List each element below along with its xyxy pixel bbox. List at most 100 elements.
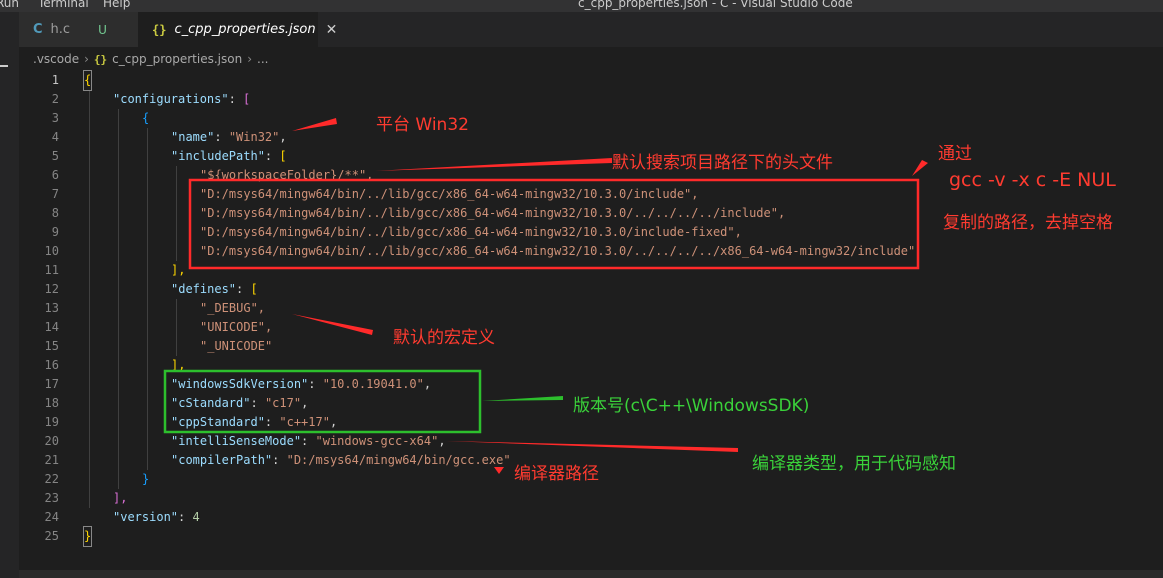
json-file-icon: {} (93, 52, 108, 66)
tab-label: c_cpp_properties.json (174, 22, 316, 37)
code-text: "${workspaceFolder}/**", (200, 168, 374, 182)
code-text: "intelliSenseMode": "windows-gcc-x64", (171, 434, 446, 448)
line-number: 3 (51, 111, 59, 125)
window-title: c_cpp_properties.json - C - Visual Studi… (578, 0, 853, 10)
code-line[interactable]: 11], (19, 261, 1163, 280)
code-text: "D:/msys64/mingw64/bin/../lib/gcc/x86_64… (200, 206, 786, 220)
note-via-line2: gcc -v -x c -E NUL (949, 169, 1116, 191)
code-text: "cStandard": "c17", (171, 396, 309, 410)
line-number: 1 (51, 73, 59, 87)
note-compiler-path: 编译器路径 (514, 464, 599, 484)
menu-run[interactable]: Run (0, 0, 19, 10)
code-line[interactable]: 23], (19, 489, 1163, 508)
line-number: 5 (51, 149, 59, 163)
code-text: "UNICODE", (200, 320, 273, 334)
line-number: 2 (51, 92, 59, 106)
line-number: 22 (44, 472, 59, 486)
breadcrumb-file[interactable]: c_cpp_properties.json (112, 52, 242, 66)
chevron-right-icon: › (84, 52, 89, 66)
editor-tab-bar: C h.c U {} c_cpp_properties.json ✕ (0, 12, 1163, 47)
line-number: 25 (44, 529, 59, 543)
code-line[interactable]: 12 "defines": [ (19, 280, 1163, 299)
code-editor[interactable]: 1{ 2 "configurations": [ 3{ 4 "name": "Win… (19, 70, 1163, 578)
code-line[interactable]: 10 "D:/msys64/mingw64/bin/../lib/gcc/x86_… (19, 242, 1163, 261)
line-number: 16 (44, 358, 59, 372)
menu-terminal[interactable]: Terminal (38, 0, 89, 10)
line-number: 19 (44, 415, 59, 429)
code-text: "configurations": [ (113, 92, 251, 106)
code-line[interactable]: 5 "includePath": [ (19, 147, 1163, 166)
line-number: 21 (44, 453, 59, 467)
line-number: 4 (51, 130, 59, 144)
code-line[interactable]: 3{ (19, 109, 1163, 128)
code-text: } (142, 472, 150, 486)
tab-h-c[interactable]: C h.c U (19, 12, 138, 47)
code-text: "includePath": [ (171, 149, 287, 163)
close-icon[interactable]: ✕ (326, 22, 338, 38)
line-number: 11 (44, 263, 59, 277)
note-version: 版本号(c\C++\WindowsSDK) (573, 396, 810, 416)
line-number: 14 (44, 320, 59, 334)
code-text: "compilerPath": "D:/msys64/mingw64/bin/g… (171, 453, 511, 467)
line-number: 15 (44, 339, 59, 353)
line-number: 6 (51, 168, 59, 182)
line-number: 9 (51, 225, 59, 239)
tab-c-cpp-properties[interactable]: {} c_cpp_properties.json ✕ (138, 12, 337, 47)
line-number: 12 (44, 282, 59, 296)
line-number: 18 (44, 396, 59, 410)
note-default-include: 默认搜索项目路径下的头文件 (612, 153, 833, 173)
code-text: ], (171, 358, 186, 372)
breadcrumb-more[interactable]: ... (257, 52, 268, 66)
code-text: "D:/msys64/mingw64/bin/../lib/gcc/x86_64… (200, 225, 742, 239)
code-text: "defines": [ (171, 282, 258, 296)
line-number: 10 (44, 244, 59, 258)
breadcrumb: .vscode › {} c_cpp_properties.json › ... (0, 47, 1163, 71)
code-text: "windowsSdkVersion": "10.0.19041.0", (171, 377, 432, 391)
chevron-right-icon: › (247, 52, 252, 66)
code-text: "cppStandard": "c++17", (171, 415, 338, 429)
code-text: { (82, 70, 93, 91)
code-line[interactable]: 24 "version": 4 (19, 508, 1163, 527)
line-number: 8 (51, 206, 59, 220)
json-file-icon: {} (152, 22, 167, 37)
note-via-line1: 通过 (938, 144, 972, 164)
note-intellisense: 编译器类型，用于代码感知 (752, 454, 956, 474)
line-number: 17 (44, 377, 59, 391)
code-line[interactable]: 25} (19, 526, 1163, 547)
line-number: 24 (44, 510, 59, 524)
c-file-icon: C (33, 22, 43, 37)
sidebar-edge (0, 47, 19, 578)
untracked-badge: U (98, 22, 107, 37)
title-bar: Run Terminal Help c_cpp_properties.json … (0, 0, 1163, 12)
line-number: 7 (51, 187, 59, 201)
horizontal-scrollbar[interactable] (19, 570, 1163, 578)
code-line[interactable]: 2 "configurations": [ (19, 90, 1163, 109)
sidebar-indicator (0, 65, 8, 67)
note-via-line3: 复制的路径，去掉空格 (943, 213, 1113, 233)
note-platform: 平台 Win32 (376, 115, 469, 135)
code-line[interactable]: 4 "name": "Win32", (19, 128, 1163, 147)
line-number: 23 (44, 491, 59, 505)
line-number: 13 (44, 301, 59, 315)
code-text: "version": 4 (113, 510, 200, 524)
menu-help[interactable]: Help (103, 0, 130, 10)
code-line[interactable]: 15 "_UNICODE" (19, 337, 1163, 356)
code-text: "D:/msys64/mingw64/bin/../lib/gcc/x86_64… (200, 244, 916, 258)
code-text: "_DEBUG", (200, 301, 266, 315)
code-text: "name": "Win32", (171, 130, 287, 144)
code-line[interactable]: 1{ (19, 70, 1163, 91)
code-line[interactable]: 20 "intelliSenseMode": "windows-gcc-x64", (19, 432, 1163, 451)
code-line[interactable]: 13 "_DEBUG", (19, 299, 1163, 318)
code-text: } (82, 526, 93, 547)
code-text: { (142, 111, 150, 125)
tab-label: h.c (50, 22, 71, 37)
code-text: "_UNICODE" (200, 339, 273, 353)
note-default-macros: 默认的宏定义 (393, 328, 495, 348)
breadcrumb-folder[interactable]: .vscode (33, 52, 79, 66)
code-line[interactable]: 14 "UNICODE", (19, 318, 1163, 337)
code-text: "D:/msys64/mingw64/bin/../lib/gcc/x86_64… (200, 187, 699, 201)
code-line[interactable]: 16], (19, 356, 1163, 375)
code-text: ], (171, 263, 186, 277)
code-text: ], (113, 491, 128, 505)
line-number: 20 (44, 434, 59, 448)
